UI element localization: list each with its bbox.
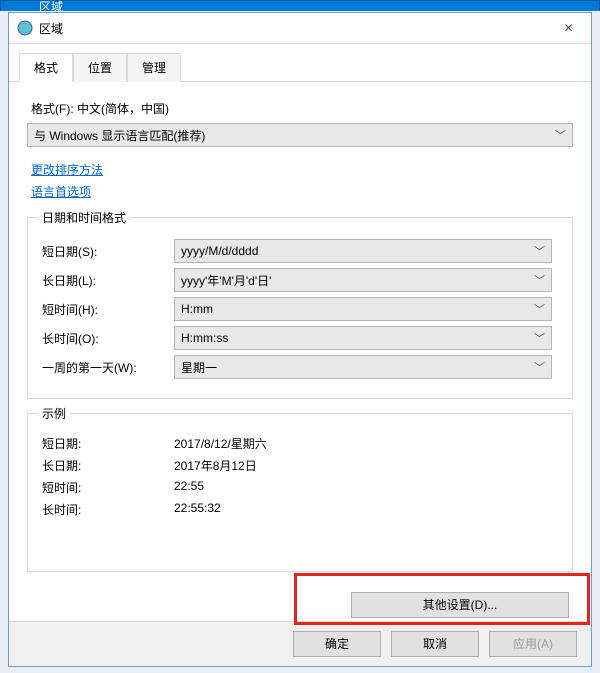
close-icon: ✕	[563, 21, 573, 35]
dropdown-first-day[interactable]: 星期一 ﹀	[174, 355, 552, 379]
chevron-down-icon: ﹀	[534, 359, 545, 375]
link-language-pref[interactable]: 语言首选项	[31, 185, 91, 199]
example-value: 2017年8月12日	[174, 457, 257, 474]
chevron-down-icon: ﹀	[534, 330, 545, 346]
label-short-time: 短时间(H):	[40, 301, 174, 318]
dropdown-value: yyyy'年'M'月'd'日'	[181, 272, 271, 289]
label-first-day: 一周的第一天(W):	[40, 359, 174, 376]
tab-format[interactable]: 格式	[19, 53, 73, 82]
example-value: 22:55:32	[174, 501, 221, 518]
dialog-title: 区域	[39, 20, 63, 37]
dialog-footer: 确定 取消 应用(A)	[9, 621, 591, 666]
page-body: 格式(F): 中文(简体，中国) 与 Windows 显示语言匹配(推荐) ﹀ …	[9, 82, 591, 620]
chevron-down-icon: ﹀	[534, 243, 545, 259]
format-dropdown[interactable]: 与 Windows 显示语言匹配(推荐) ﹀	[27, 123, 573, 147]
background-window-titlebar: 区域	[0, 0, 600, 11]
chevron-down-icon: ﹀	[534, 272, 545, 288]
format-dropdown-value: 与 Windows 显示语言匹配(推荐)	[34, 127, 205, 144]
group-title: 示例	[38, 405, 70, 422]
example-label: 长时间:	[40, 501, 174, 518]
close-button[interactable]: ✕	[546, 13, 591, 43]
region-dialog: 区域 ✕ 格式 位置 管理 格式(F): 中文(简体，中国) 与 Windows…	[8, 12, 592, 667]
dropdown-long-date[interactable]: yyyy'年'M'月'd'日' ﹀	[174, 268, 552, 292]
dropdown-value: yyyy/M/d/dddd	[181, 244, 258, 258]
dialog-titlebar[interactable]: 区域 ✕	[9, 13, 591, 44]
other-settings-button[interactable]: 其他设置(D)...	[351, 592, 569, 618]
dropdown-short-time[interactable]: H:mm ﹀	[174, 297, 552, 321]
tab-location[interactable]: 位置	[73, 53, 127, 82]
example-value: 2017/8/12/星期六	[174, 435, 267, 452]
label-short-date: 短日期(S):	[40, 243, 174, 260]
tab-strip: 格式 位置 管理	[9, 44, 591, 82]
dropdown-value: 星期一	[181, 359, 217, 376]
dropdown-short-date[interactable]: yyyy/M/d/dddd ﹀	[174, 239, 552, 263]
example-value: 22:55	[174, 479, 204, 496]
dropdown-value: H:mm	[181, 302, 213, 316]
chevron-down-icon: ﹀	[555, 127, 566, 143]
apply-button[interactable]: 应用(A)	[489, 631, 577, 657]
group-examples: 示例 短日期:2017/8/12/星期六 长日期:2017年8月12日 短时间:…	[27, 413, 573, 572]
ok-button[interactable]: 确定	[293, 631, 381, 657]
example-label: 短时间:	[40, 479, 174, 496]
region-icon	[17, 20, 33, 36]
tab-label: 管理	[142, 61, 166, 75]
cancel-button[interactable]: 取消	[391, 631, 479, 657]
label-long-date: 长日期(L):	[40, 272, 174, 289]
example-label: 长日期:	[40, 457, 174, 474]
group-title: 日期和时间格式	[38, 209, 130, 226]
chevron-down-icon: ﹀	[534, 301, 545, 317]
format-label: 格式(F): 中文(简体，中国)	[31, 100, 573, 117]
group-date-time-formats: 日期和时间格式 短日期(S): yyyy/M/d/dddd ﹀ 长日期(L): …	[27, 217, 573, 399]
dropdown-long-time[interactable]: H:mm:ss ﹀	[174, 326, 552, 350]
tab-admin[interactable]: 管理	[127, 53, 181, 82]
label-long-time: 长时间(O):	[40, 330, 174, 347]
dropdown-value: H:mm:ss	[181, 331, 228, 345]
example-label: 短日期:	[40, 435, 174, 452]
tab-label: 位置	[88, 61, 112, 75]
tab-label: 格式	[34, 61, 58, 75]
link-change-sort[interactable]: 更改排序方法	[31, 163, 103, 177]
